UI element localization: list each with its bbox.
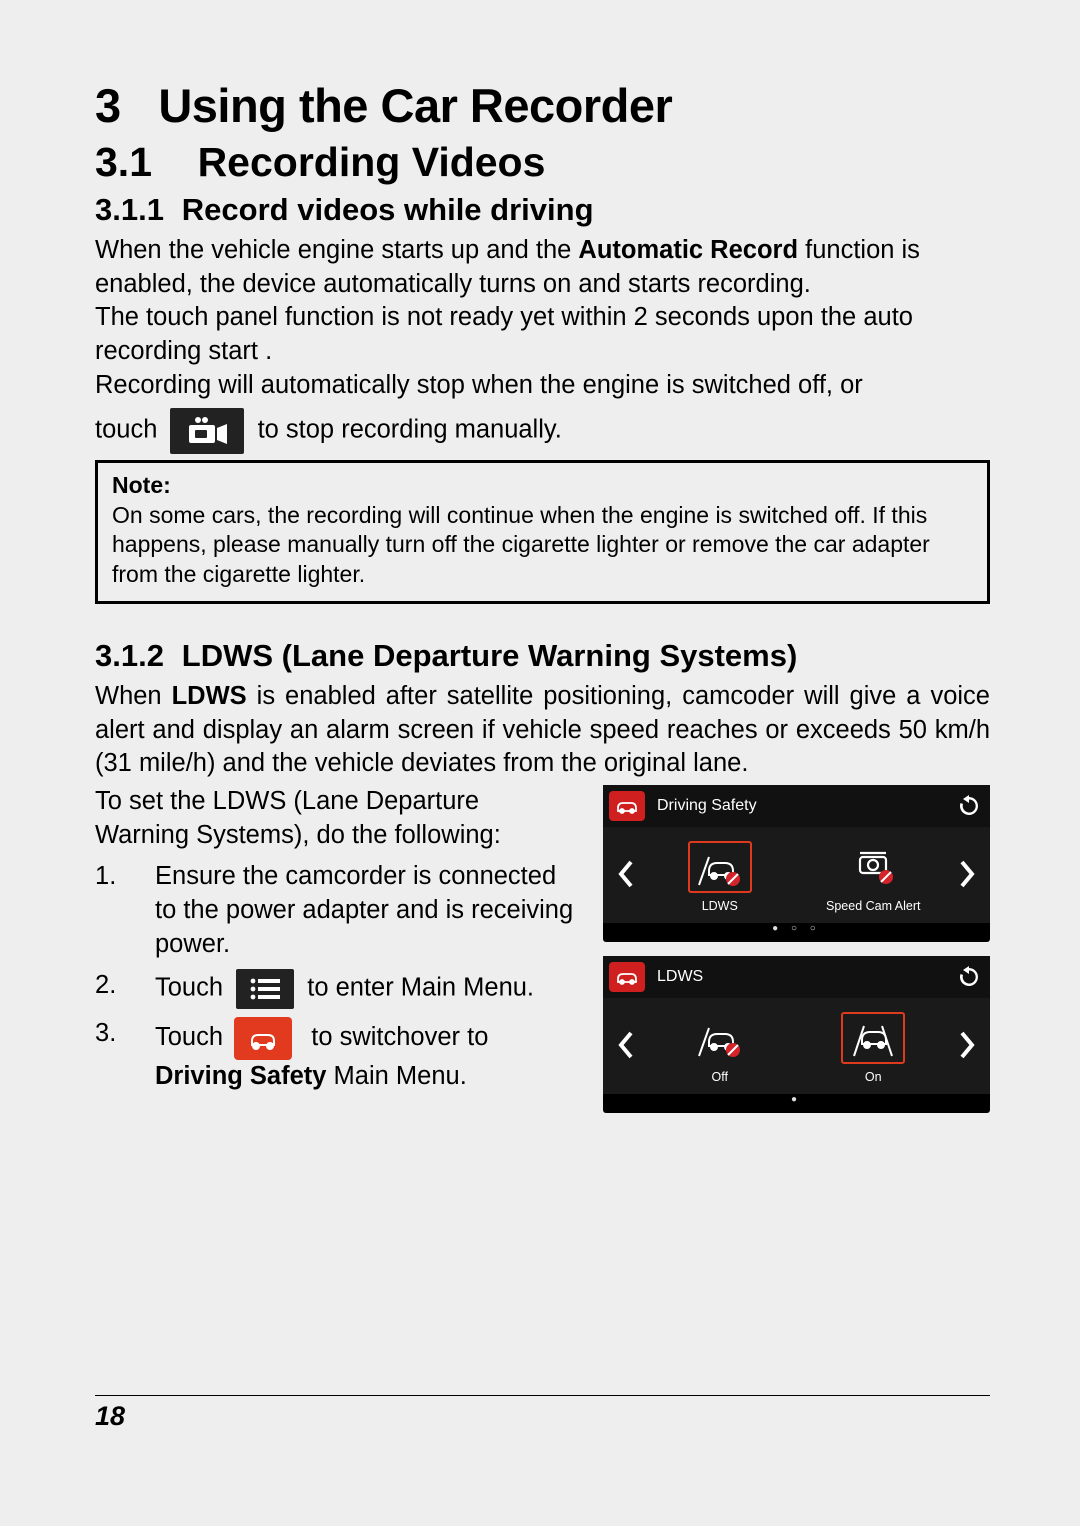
list-item: Touch to enter Main Menu.	[95, 969, 579, 1009]
panel-body: Off	[603, 998, 990, 1094]
page-dots: ● ○ ○	[603, 923, 990, 942]
note-body: On some cars, the recording will continu…	[112, 501, 973, 589]
ldws-off-icon	[688, 1012, 752, 1064]
body-text-with-icon: touch to stop recording manually.	[95, 408, 990, 454]
page-dots: ●	[603, 1094, 990, 1113]
page-number: 18	[95, 1401, 125, 1432]
panel-header: LDWS	[603, 956, 990, 998]
car-icon[interactable]	[609, 791, 645, 821]
body-text: The touch panel function is not ready ye…	[95, 301, 990, 368]
list-item: Touch to switchover to Driving Safety Ma…	[95, 1017, 579, 1094]
chevron-right-icon[interactable]	[950, 855, 984, 900]
recorder-stop-icon	[170, 408, 244, 454]
chevron-left-icon[interactable]	[609, 1026, 643, 1071]
list-item: Ensure the camcorder is connected to the…	[95, 860, 579, 961]
subsection-3-1-2-heading: 3.1.2LDWS (Lane Departure Warning System…	[95, 638, 990, 674]
note-box: Note: On some cars, the recording will c…	[95, 460, 990, 604]
chapter-heading: 3 Using the Car Recorder	[95, 78, 990, 133]
option-ldws[interactable]: LDWS	[643, 841, 797, 913]
ldws-icon	[688, 841, 752, 893]
body-text: When the vehicle engine starts up and th…	[95, 234, 990, 301]
option-label: Speed Cam Alert	[826, 899, 921, 913]
back-icon[interactable]	[954, 791, 984, 821]
body-text: When LDWS is enabled after satellite pos…	[95, 680, 990, 781]
footer-rule	[95, 1395, 990, 1396]
panel-title: Driving Safety	[657, 797, 757, 815]
ldws-on-icon	[841, 1012, 905, 1064]
panel-header: Driving Safety	[603, 785, 990, 827]
note-title: Note:	[112, 471, 973, 500]
menu-list-icon	[236, 969, 294, 1009]
right-column: Driving Safety	[603, 785, 990, 1127]
two-column-layout: To set the LDWS (Lane Departure Warning …	[95, 785, 990, 1127]
option-speed-cam-alert[interactable]: Speed Cam Alert	[797, 841, 951, 913]
option-off[interactable]: Off	[643, 1012, 797, 1084]
panel-body: LDWS	[603, 827, 990, 923]
body-text: Recording will automatically stop when t…	[95, 369, 990, 403]
option-on[interactable]: On	[797, 1012, 951, 1084]
device-panel-ldws: LDWS	[603, 956, 990, 1113]
option-label: Off	[712, 1070, 728, 1084]
section-heading: 3.1 Recording Videos	[95, 139, 990, 186]
speed-cam-icon	[841, 841, 905, 893]
driving-safety-icon	[234, 1017, 292, 1060]
chevron-right-icon[interactable]	[950, 1026, 984, 1071]
option-label: On	[865, 1070, 882, 1084]
back-icon[interactable]	[954, 962, 984, 992]
subsection-3-1-1-heading: 3.1.1Record videos while driving	[95, 192, 990, 228]
chevron-left-icon[interactable]	[609, 855, 643, 900]
option-label: LDWS	[702, 899, 738, 913]
car-icon[interactable]	[609, 962, 645, 992]
device-panel-driving-safety: Driving Safety	[603, 785, 990, 942]
body-text: To set the LDWS (Lane Departure Warning …	[95, 785, 579, 852]
panel-title: LDWS	[657, 968, 703, 986]
step-list: Ensure the camcorder is connected to the…	[95, 860, 579, 1094]
manual-page: 3 Using the Car Recorder 3.1 Recording V…	[0, 0, 1080, 1526]
left-column: To set the LDWS (Lane Departure Warning …	[95, 785, 579, 1127]
